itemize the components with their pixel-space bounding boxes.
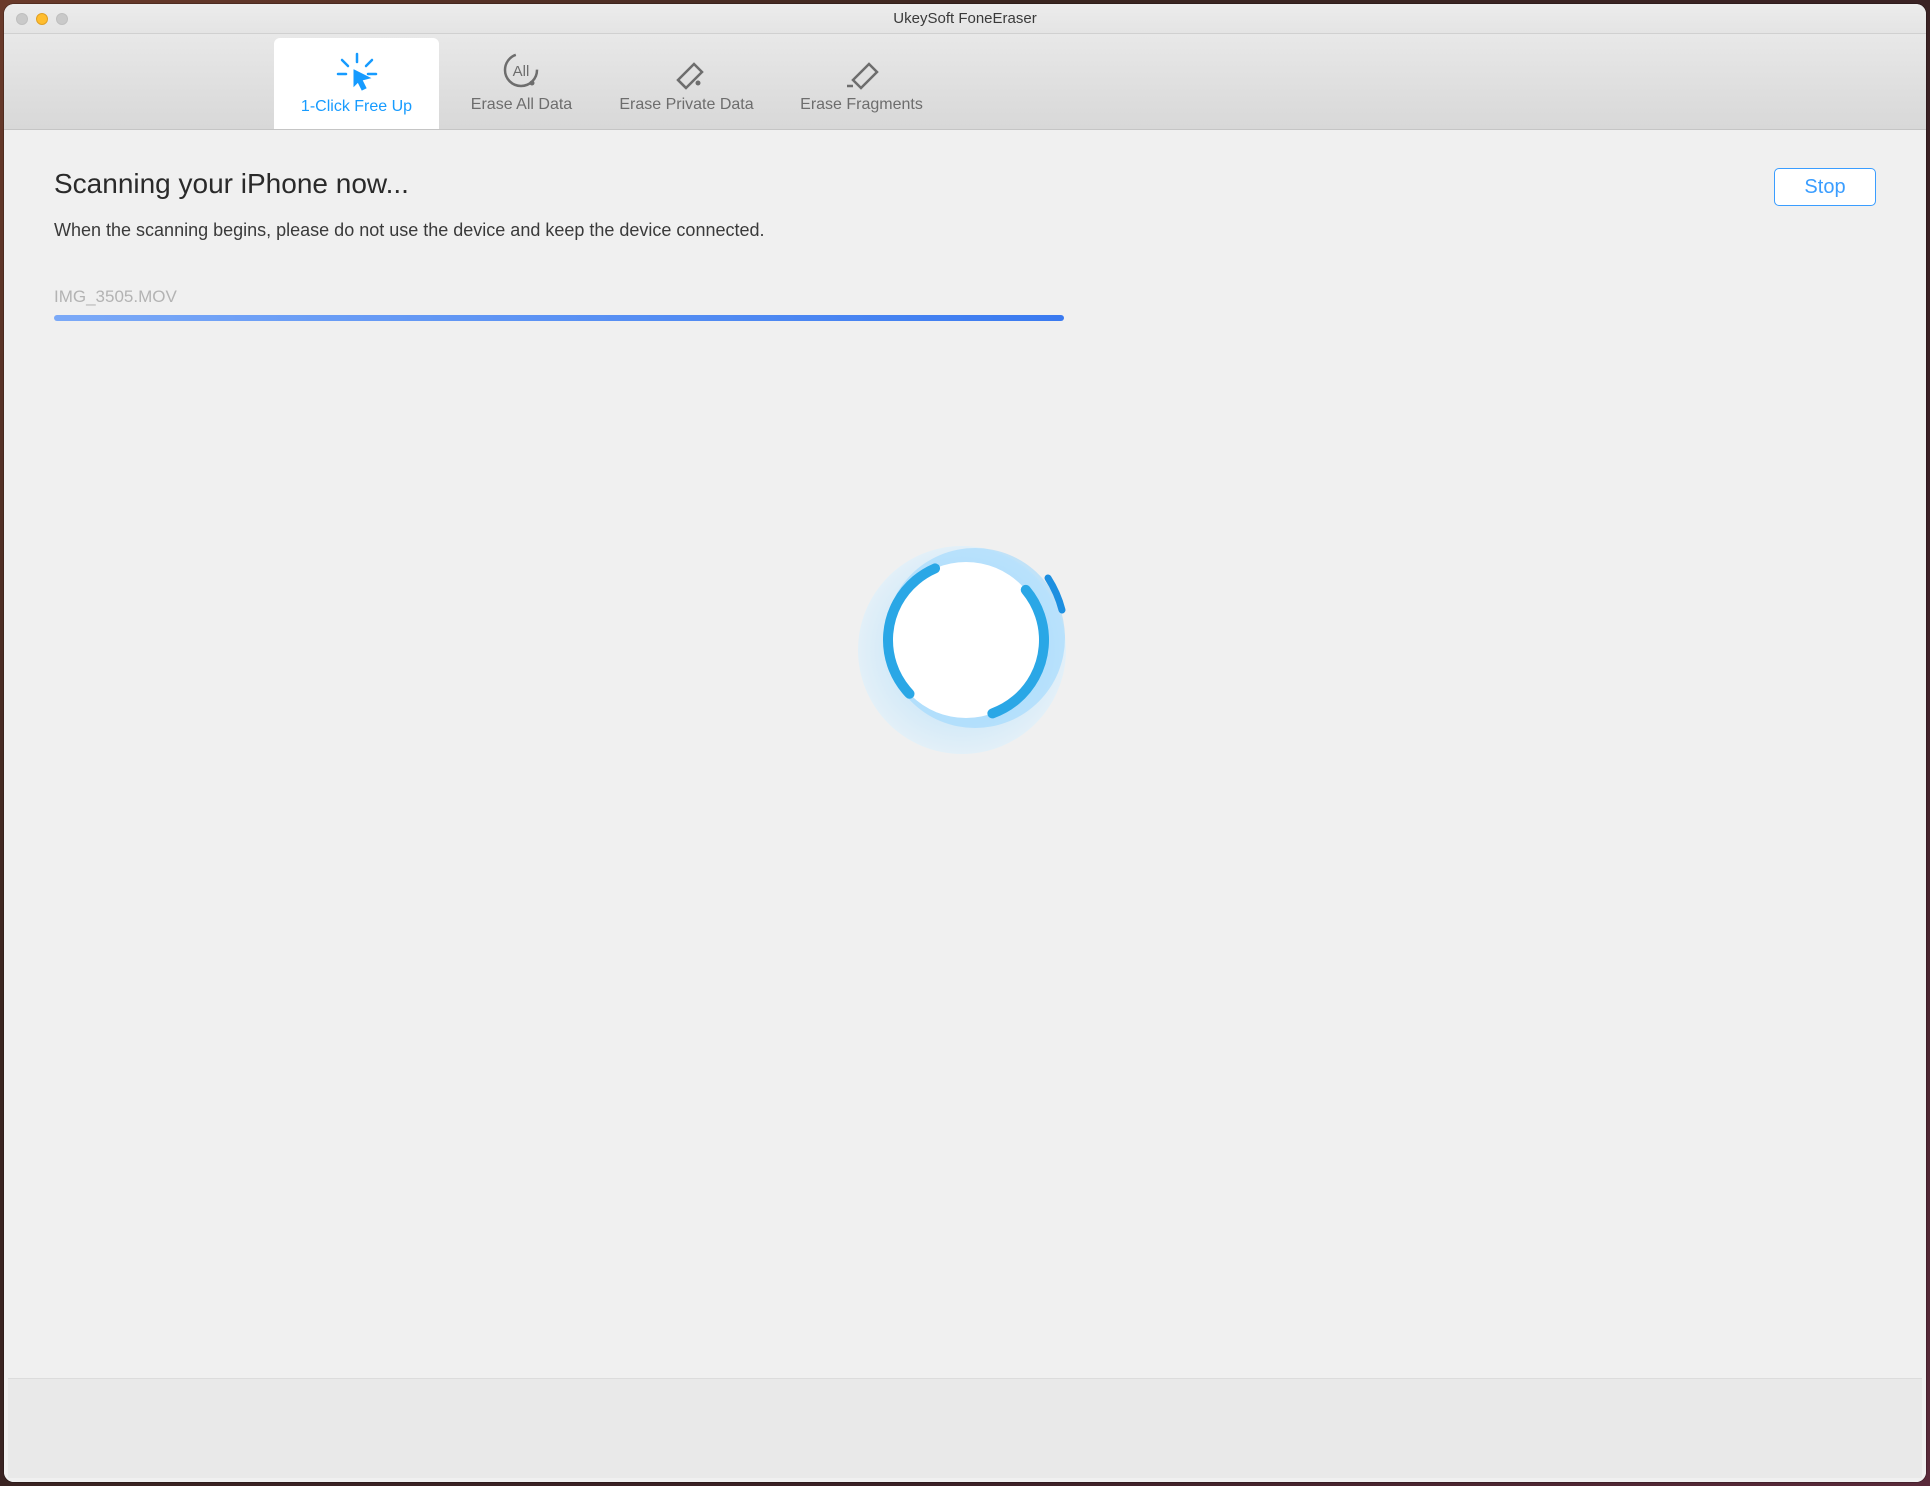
tab-1click-free-up[interactable]: 1-Click Free Up: [274, 38, 439, 129]
cursor-click-icon: [334, 52, 380, 92]
window-controls: [16, 13, 68, 25]
svg-text:All: All: [512, 63, 529, 80]
page-title: Scanning your iPhone now...: [54, 168, 765, 200]
app-window: UkeySoft FoneEraser 1-Click Free Up: [4, 4, 1926, 1482]
zoom-window-icon[interactable]: [56, 13, 68, 25]
tab-label: 1-Click Free Up: [301, 98, 412, 116]
window-title: UkeySoft FoneEraser: [4, 10, 1926, 27]
tab-label: Erase Fragments: [800, 96, 923, 114]
tab-label: Erase All Data: [471, 96, 572, 114]
spinner-icon: [850, 530, 1080, 760]
minimize-window-icon[interactable]: [36, 13, 48, 25]
main-content: Scanning your iPhone now... When the sca…: [4, 130, 1926, 1482]
stop-button[interactable]: Stop: [1774, 168, 1876, 206]
page-subtitle: When the scanning begins, please do not …: [54, 220, 765, 241]
bottom-panel: [8, 1378, 1922, 1478]
erase-all-icon: All: [499, 50, 545, 90]
current-file-label: IMG_3505.MOV: [54, 287, 1876, 307]
eraser-icon: [664, 50, 710, 90]
tab-erase-all-data[interactable]: All Erase All Data: [439, 34, 604, 129]
tab-label: Erase Private Data: [619, 96, 753, 114]
content-header: Scanning your iPhone now... When the sca…: [54, 168, 1876, 241]
tab-erase-fragments[interactable]: Erase Fragments: [769, 34, 954, 129]
close-window-icon[interactable]: [16, 13, 28, 25]
titlebar: UkeySoft FoneEraser: [4, 4, 1926, 34]
progress-bar: [54, 315, 1064, 321]
eraser-fragments-icon: [839, 50, 885, 90]
tab-erase-private-data[interactable]: Erase Private Data: [604, 34, 769, 129]
toolbar: 1-Click Free Up All Erase All Data Er: [4, 34, 1926, 130]
